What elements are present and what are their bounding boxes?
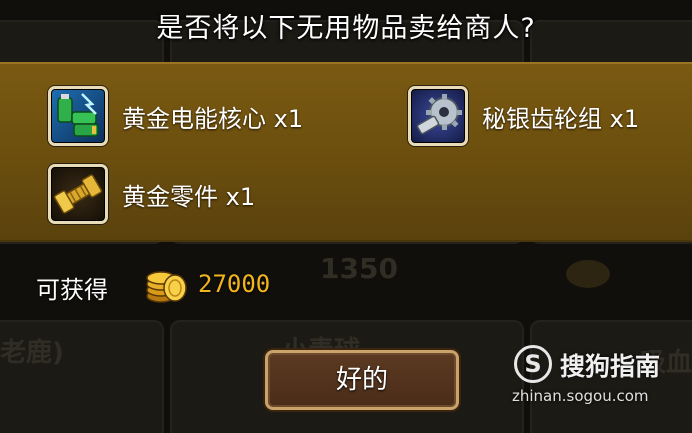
battery-icon (48, 86, 108, 146)
ok-button[interactable]: 好的 (265, 350, 459, 410)
item-label: 秘银齿轮组 x1 (482, 104, 640, 133)
gear-icon (408, 86, 468, 146)
sogou-watermark: S 搜狗指南 zhinan.sogou.com (510, 345, 690, 405)
item-list-panel: 黄金电能核心 x1 秘银齿轮组 x1 黄金零件 x1 (0, 62, 692, 242)
item-label: 黄金电能核心 x1 (122, 104, 304, 133)
item-label: 黄金零件 x1 (122, 182, 256, 211)
item-golden-part: 黄金零件 x1 (48, 164, 255, 224)
bolt-icon (48, 164, 108, 224)
watermark-domain: zhinan.sogou.com (512, 387, 649, 405)
reward-value: 27000 (198, 270, 271, 298)
gold-coin-icon (143, 264, 189, 304)
item-golden-energy-core: 黄金电能核心 x1 (48, 86, 303, 146)
reward-label: 可获得 (36, 276, 108, 304)
watermark-brand: 搜狗指南 (560, 352, 661, 381)
sogou-logo-icon: S (514, 345, 552, 383)
item-mithril-gear-set: 秘银齿轮组 x1 (408, 86, 639, 146)
dialog-title: 是否将以下无用物品卖给商人? (156, 13, 536, 44)
